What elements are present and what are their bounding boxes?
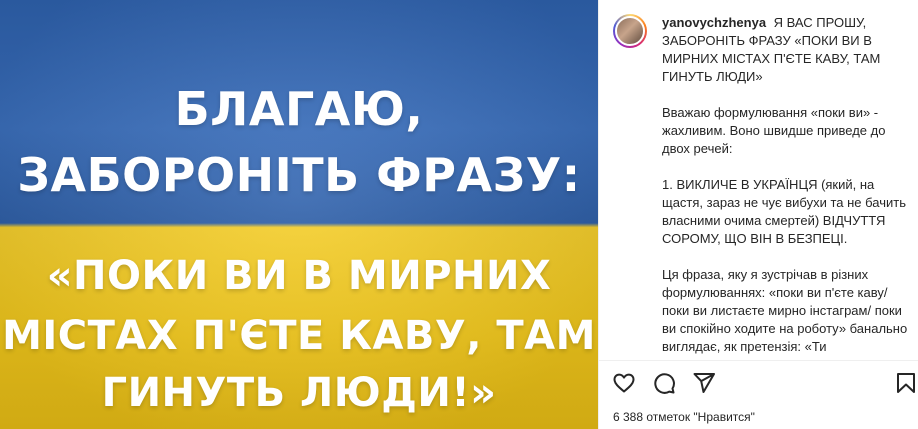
caption-paragraph: 1. ВИКЛИЧЕ В УКРАЇНЦЯ (який, на щастя, з…: [662, 177, 906, 246]
image-text-line-3: «ПОКИ ВИ В МИРНИХ: [46, 253, 552, 299]
post-sidebar: yanovychzhenya Я ВАС ПРОШУ, ЗАБОРОНІТЬ Ф…: [598, 0, 918, 429]
image-text-line-5: ГИНУТЬ ЛЮДИ!»: [101, 370, 497, 416]
username-link[interactable]: yanovychzhenya: [662, 15, 766, 30]
caption-area[interactable]: yanovychzhenya Я ВАС ПРОШУ, ЗАБОРОНІТЬ Ф…: [599, 0, 918, 360]
avatar-photo: [615, 16, 645, 46]
comment-icon[interactable]: [651, 370, 677, 396]
caption-header: yanovychzhenya Я ВАС ПРОШУ, ЗАБОРОНІТЬ Ф…: [662, 14, 914, 86]
action-bar: [599, 370, 918, 398]
caption: yanovychzhenya Я ВАС ПРОШУ, ЗАБОРОНІТЬ Ф…: [662, 14, 914, 360]
caption-paragraph: Ця фраза, яку я зустрічав в різних форму…: [662, 267, 908, 354]
heart-icon[interactable]: [611, 370, 637, 396]
avatar[interactable]: [613, 14, 647, 48]
image-text-line-1: БЛАГАЮ,: [174, 82, 424, 136]
divider: [599, 360, 918, 361]
post-image: БЛАГАЮ, ЗАБОРОНІТЬ ФРАЗУ: «ПОКИ ВИ В МИР…: [0, 0, 598, 429]
image-text-line-2: ЗАБОРОНІТЬ ФРАЗУ:: [17, 148, 581, 202]
caption-paragraph: Вважаю формулювання «поки ви» - жахливим…: [662, 105, 886, 156]
likes-count[interactable]: 6 388 отметок "Нравится": [613, 410, 755, 424]
bookmark-icon[interactable]: [893, 370, 918, 396]
paper-plane-icon[interactable]: [691, 370, 717, 396]
image-text-line-4: МІСТАХ П'ЄТЕ КАВУ, ТАМ: [2, 313, 596, 359]
